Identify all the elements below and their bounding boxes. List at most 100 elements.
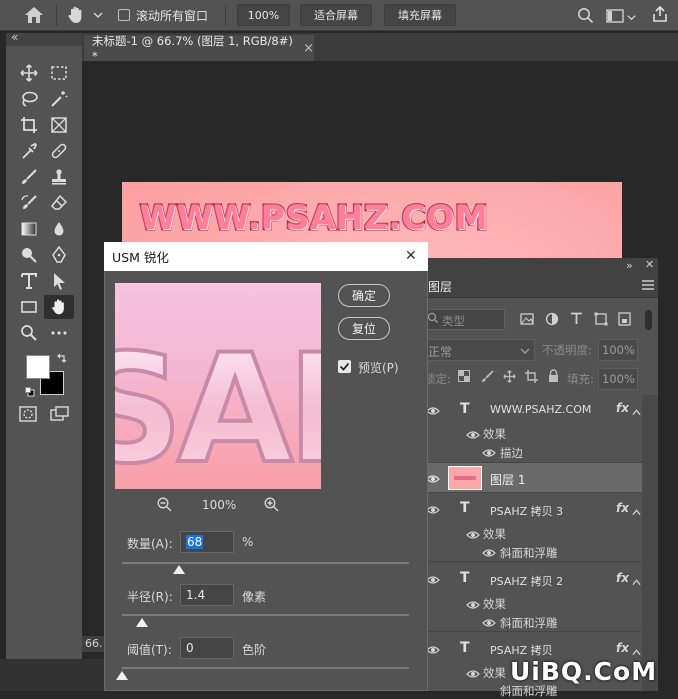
crop-tool-icon[interactable] bbox=[14, 113, 44, 137]
lock-all-icon[interactable] bbox=[548, 369, 559, 386]
chevron-down-icon[interactable] bbox=[627, 11, 636, 25]
eyedropper-tool-icon[interactable] bbox=[14, 139, 44, 163]
threshold-input[interactable]: 0 bbox=[180, 637, 234, 659]
scroll-all-checkbox[interactable] bbox=[118, 9, 130, 21]
fill-screen-button[interactable]: 填充屏幕 bbox=[384, 4, 456, 26]
visibility-eye-icon[interactable] bbox=[466, 599, 480, 613]
layer-row-selected[interactable]: 图层 1 bbox=[420, 463, 642, 493]
zoom-100-button[interactable]: 100% bbox=[237, 4, 290, 26]
radius-input[interactable]: 1.4 bbox=[180, 584, 234, 606]
marquee-tool-icon[interactable] bbox=[44, 61, 74, 85]
lock-artboard-icon[interactable] bbox=[525, 370, 538, 386]
brush-tool-icon[interactable] bbox=[14, 165, 44, 189]
search-icon[interactable] bbox=[577, 7, 594, 27]
filter-pixel-icon[interactable] bbox=[520, 313, 534, 328]
zoom-tool-icon[interactable] bbox=[14, 321, 44, 345]
more-tools-icon[interactable] bbox=[44, 321, 74, 345]
ok-button[interactable]: 确定 bbox=[338, 284, 390, 307]
magic-wand-tool-icon[interactable] bbox=[44, 87, 74, 111]
zoom-out-icon[interactable] bbox=[157, 497, 172, 515]
layer-row[interactable]: T WWW.PSAHZ.COM fx 效果 描边 bbox=[420, 395, 642, 463]
hand-tool-icon[interactable] bbox=[66, 5, 86, 28]
lasso-tool-icon[interactable] bbox=[14, 87, 44, 111]
path-selection-tool-icon[interactable] bbox=[44, 269, 74, 293]
healing-brush-tool-icon[interactable] bbox=[44, 139, 74, 163]
lock-move-icon[interactable] bbox=[503, 370, 516, 386]
collapse-icon[interactable]: « bbox=[11, 30, 18, 44]
type-tool-icon[interactable] bbox=[14, 269, 44, 293]
swap-colors-icon[interactable] bbox=[56, 352, 68, 367]
opacity-input[interactable]: 100% bbox=[598, 339, 638, 361]
chevron-down-icon[interactable] bbox=[93, 9, 103, 23]
visibility-eye-icon[interactable] bbox=[466, 529, 480, 543]
amount-slider-thumb[interactable] bbox=[173, 565, 186, 574]
chevron-up-icon[interactable] bbox=[632, 575, 641, 589]
zoom-in-icon[interactable] bbox=[264, 497, 279, 515]
layer-row[interactable]: T PSAHZ 拷贝 2 fx 效果 斜面和浮雕 bbox=[420, 563, 642, 632]
threshold-slider-thumb[interactable] bbox=[116, 671, 128, 680]
default-colors-icon[interactable] bbox=[25, 386, 35, 400]
document-tab[interactable]: 未标题-1 @ 66.7% (图层 1, RGB/8#) * × bbox=[84, 34, 314, 63]
blend-mode-select[interactable]: 正常 bbox=[423, 339, 535, 361]
radius-slider-track[interactable] bbox=[122, 614, 409, 616]
dialog-title-bar[interactable]: USM 锐化 ✕ bbox=[104, 242, 428, 271]
visibility-eye-icon[interactable] bbox=[466, 668, 480, 682]
amount-slider-track[interactable] bbox=[122, 562, 409, 564]
close-icon[interactable]: ✕ bbox=[405, 248, 417, 264]
visibility-eye-icon[interactable] bbox=[426, 405, 440, 419]
frame-tool-icon[interactable] bbox=[44, 113, 74, 137]
home-icon[interactable] bbox=[24, 6, 44, 27]
collapse-icon[interactable]: » bbox=[626, 259, 633, 272]
filter-shape-icon[interactable] bbox=[594, 312, 608, 329]
filter-adjustment-icon[interactable] bbox=[545, 312, 559, 329]
fill-input[interactable]: 100% bbox=[598, 368, 638, 390]
lock-transparent-icon[interactable] bbox=[458, 370, 470, 385]
visibility-eye-icon[interactable] bbox=[466, 429, 480, 443]
stamp-tool-icon[interactable] bbox=[44, 165, 74, 189]
fx-badge[interactable]: fx bbox=[616, 401, 629, 415]
fit-screen-button[interactable]: 适合屏幕 bbox=[300, 4, 372, 26]
history-brush-tool-icon[interactable] bbox=[14, 191, 44, 215]
chevron-up-icon[interactable] bbox=[632, 405, 641, 419]
lock-brush-icon[interactable] bbox=[481, 370, 494, 386]
close-panel-icon[interactable]: ✕ bbox=[645, 258, 654, 271]
blur-tool-icon[interactable] bbox=[44, 217, 74, 241]
screen-mode-icon[interactable] bbox=[50, 406, 70, 425]
visibility-eye-icon[interactable] bbox=[426, 574, 440, 588]
eraser-tool-icon[interactable] bbox=[44, 191, 74, 215]
workspace-icon[interactable] bbox=[606, 9, 624, 26]
radius-slider-thumb[interactable] bbox=[136, 618, 149, 627]
quick-mask-icon[interactable] bbox=[19, 406, 37, 425]
amount-input[interactable]: 68 bbox=[180, 531, 234, 553]
visibility-eye-icon[interactable] bbox=[426, 504, 440, 518]
fx-badge[interactable]: fx bbox=[616, 571, 629, 585]
filter-smart-object-icon[interactable] bbox=[618, 312, 631, 329]
visibility-eye-icon[interactable] bbox=[426, 473, 440, 487]
move-tool-icon[interactable] bbox=[14, 61, 44, 85]
fx-badge[interactable]: fx bbox=[616, 501, 629, 515]
dodge-tool-icon[interactable] bbox=[14, 243, 44, 267]
fx-badge[interactable]: fx bbox=[616, 641, 629, 655]
pen-tool-icon[interactable] bbox=[44, 243, 74, 267]
gradient-tool-icon[interactable] bbox=[14, 217, 44, 241]
visibility-eye-icon[interactable] bbox=[426, 644, 440, 658]
visibility-eye-icon[interactable] bbox=[482, 547, 496, 561]
hand-tool-icon[interactable] bbox=[44, 295, 74, 319]
share-icon[interactable] bbox=[651, 5, 669, 26]
close-tab-icon[interactable]: × bbox=[303, 41, 314, 56]
visibility-eye-icon[interactable] bbox=[482, 447, 496, 461]
filter-toggle[interactable] bbox=[645, 310, 652, 330]
layer-filter-input[interactable]: 类型 bbox=[423, 309, 505, 330]
chevron-up-icon[interactable] bbox=[632, 505, 641, 519]
rectangle-tool-icon[interactable] bbox=[14, 295, 44, 319]
panel-menu-icon[interactable] bbox=[642, 279, 654, 293]
visibility-eye-icon[interactable] bbox=[482, 617, 496, 631]
layers-scrollbar[interactable] bbox=[642, 395, 658, 691]
tab-layers[interactable]: 图层 bbox=[428, 278, 452, 295]
preview-image[interactable]: SAH bbox=[115, 283, 321, 489]
foreground-color-swatch[interactable] bbox=[26, 355, 50, 379]
layer-row[interactable]: T PSAHZ 拷贝 3 fx 效果 斜面和浮雕 bbox=[420, 494, 642, 562]
filter-type-icon[interactable] bbox=[570, 312, 583, 328]
threshold-slider-track[interactable] bbox=[122, 667, 409, 669]
preview-checkbox[interactable] bbox=[338, 360, 351, 373]
